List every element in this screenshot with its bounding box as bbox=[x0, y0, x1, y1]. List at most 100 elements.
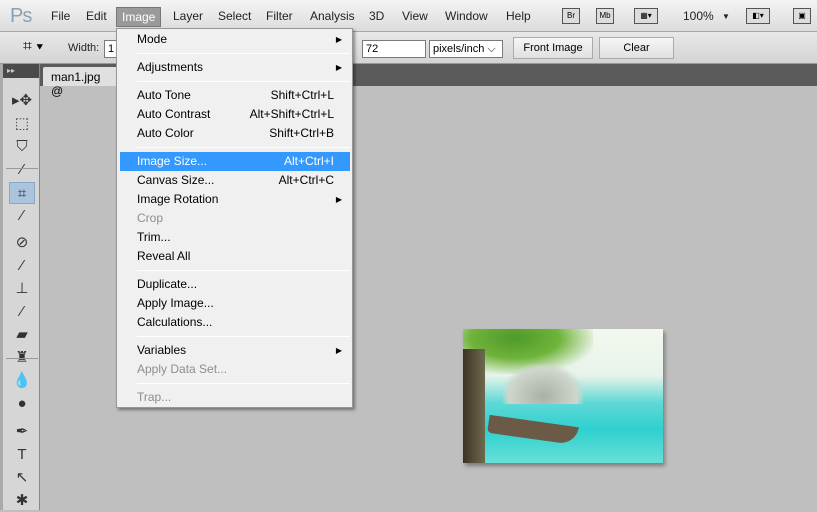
collapse-panel-icon[interactable]: ▸▸ bbox=[3, 64, 39, 78]
arrange-documents-icon[interactable]: ◧▾ bbox=[746, 8, 770, 24]
submenu-arrow-icon: ▶ bbox=[335, 346, 342, 355]
screen-mode-icon[interactable]: ▣ bbox=[793, 8, 811, 24]
zoom-dropdown-icon[interactable]: ▼ bbox=[722, 12, 730, 21]
menu-separator bbox=[137, 81, 350, 82]
menu-item-crop: Crop bbox=[120, 209, 350, 228]
eraser-tool-icon[interactable]: ▰ bbox=[9, 324, 35, 346]
menu-item-auto-color[interactable]: Auto Color Shift+Ctrl+B bbox=[120, 124, 350, 143]
menu-select[interactable]: Select bbox=[218, 9, 251, 23]
submenu-arrow-icon: ▶ bbox=[335, 35, 342, 44]
image-boat bbox=[487, 414, 579, 446]
menu-item-auto-contrast[interactable]: Auto Contrast Alt+Shift+Ctrl+L bbox=[120, 105, 350, 124]
menu-item-label: Trap... bbox=[137, 390, 172, 404]
menu-edit[interactable]: Edit bbox=[86, 9, 107, 23]
menu-help[interactable]: Help bbox=[506, 9, 531, 23]
menu-separator bbox=[137, 270, 350, 271]
tool-separator bbox=[6, 358, 38, 359]
mini-bridge-button[interactable]: Mb bbox=[596, 8, 614, 24]
blur-tool-icon[interactable]: 💧 bbox=[9, 370, 35, 392]
image-trunk bbox=[463, 349, 485, 463]
menu-item-label: Mode bbox=[137, 32, 168, 46]
menu-item-image-rotation[interactable]: Image Rotation ▶ bbox=[120, 190, 350, 209]
crop-tool-preset-icon[interactable]: ⌗ ▾ bbox=[8, 37, 58, 59]
menu-item-canvas-size[interactable]: Canvas Size... Alt+Ctrl+C bbox=[120, 171, 350, 190]
clone-stamp-tool-icon[interactable]: ⊥ bbox=[9, 278, 35, 300]
menu-item-image-size[interactable]: Image Size... Alt+Ctrl+I bbox=[120, 152, 350, 171]
image-menu-dropdown: Mode ▶ Adjustments ▶ Auto Tone Shift+Ctrl+L Au… bbox=[116, 28, 353, 408]
menu-separator bbox=[137, 147, 350, 148]
menu-item-apply-image[interactable]: Apply Image... bbox=[120, 294, 350, 313]
menu-item-adjustments[interactable]: Adjustments ▶ bbox=[120, 58, 350, 77]
menu-item-label: Image Size... bbox=[137, 154, 208, 168]
menu-item-label: Reveal All bbox=[137, 249, 191, 263]
width-label: Width: bbox=[68, 42, 100, 54]
type-tool-icon[interactable]: T bbox=[9, 444, 35, 466]
quick-selection-tool-icon[interactable]: ⁄ bbox=[9, 159, 35, 181]
menu-item-shortcut: Alt+Ctrl+C bbox=[278, 173, 334, 187]
menu-item-shortcut: Shift+Ctrl+B bbox=[269, 126, 334, 140]
menu-view[interactable]: View bbox=[402, 9, 428, 23]
menu-item-trap: Trap... bbox=[120, 388, 350, 407]
menu-item-label: Auto Contrast bbox=[137, 107, 211, 121]
eyedropper-tool-icon[interactable]: ⁄ bbox=[9, 205, 35, 227]
menu-item-trim[interactable]: Trim... bbox=[120, 228, 350, 247]
photoshop-logo: Ps bbox=[10, 5, 32, 27]
history-brush-tool-icon[interactable]: ⁄ bbox=[9, 301, 35, 323]
menu-item-shortcut: Alt+Shift+Ctrl+L bbox=[249, 107, 334, 121]
path-selection-tool-icon[interactable]: ↖ bbox=[9, 467, 35, 489]
lasso-tool-icon[interactable]: ⛉ bbox=[9, 136, 35, 158]
menu-item-duplicate[interactable]: Duplicate... bbox=[120, 275, 350, 294]
document-tab[interactable]: man1.jpg @ bbox=[43, 67, 123, 98]
brush-tool-icon[interactable]: ⁄ bbox=[9, 255, 35, 277]
menu-item-label: Apply Image... bbox=[137, 296, 214, 310]
menu-image[interactable]: Image bbox=[116, 7, 162, 27]
menu-item-variables[interactable]: Variables ▶ bbox=[120, 341, 350, 360]
menu-analysis[interactable]: Analysis bbox=[310, 9, 355, 23]
menu-item-label: Variables bbox=[137, 343, 187, 357]
zoom-level[interactable]: 100% bbox=[683, 9, 714, 23]
menu-item-apply-data-set: Apply Data Set... bbox=[120, 360, 350, 379]
menu-item-label: Calculations... bbox=[137, 315, 213, 329]
front-image-button[interactable]: Front Image bbox=[513, 37, 593, 59]
menu-item-shortcut: Alt+Ctrl+I bbox=[283, 154, 334, 168]
view-extras-icon[interactable]: ▦▾ bbox=[634, 8, 658, 24]
menu-file[interactable]: File bbox=[51, 9, 70, 23]
menu-item-auto-tone[interactable]: Auto Tone Shift+Ctrl+L bbox=[120, 86, 350, 105]
menu-window[interactable]: Window bbox=[445, 9, 488, 23]
menu-item-calculations[interactable]: Calculations... bbox=[120, 313, 350, 332]
menu-item-label: Duplicate... bbox=[137, 277, 198, 291]
tools-panel: ▸▸ ▸✥ ⬚ ⛉ ⁄ ⌗ ⁄ ⊘ ⁄ ⊥ ⁄ ▰ ♜ 💧 ● ✒ T ↖ ✱ bbox=[0, 64, 40, 510]
resolution-input[interactable]: 72 bbox=[362, 40, 426, 58]
dodge-tool-icon[interactable]: ● bbox=[9, 393, 35, 415]
tool-separator bbox=[6, 168, 38, 169]
document-image[interactable] bbox=[463, 329, 663, 463]
healing-brush-tool-icon[interactable]: ⊘ bbox=[9, 232, 35, 254]
menu-separator bbox=[137, 53, 350, 54]
menu-item-shortcut: Shift+Ctrl+L bbox=[270, 88, 334, 102]
crop-tool-icon[interactable]: ⌗ bbox=[9, 182, 35, 204]
menu-item-label: Canvas Size... bbox=[137, 173, 215, 187]
menu-item-label: Adjustments bbox=[137, 60, 204, 74]
move-tool-icon[interactable]: ▸✥ bbox=[9, 90, 35, 112]
menu-filter[interactable]: Filter bbox=[266, 9, 293, 23]
bridge-button[interactable]: Br bbox=[562, 8, 580, 24]
clear-button[interactable]: Clear bbox=[599, 37, 674, 59]
menu-item-label: Auto Color bbox=[137, 126, 194, 140]
menu-3d[interactable]: 3D bbox=[369, 9, 384, 23]
marquee-tool-icon[interactable]: ⬚ bbox=[9, 113, 35, 135]
menu-item-label: Auto Tone bbox=[137, 88, 191, 102]
menu-separator bbox=[137, 383, 350, 384]
image-rocks bbox=[503, 364, 583, 404]
menu-item-mode[interactable]: Mode ▶ bbox=[120, 30, 350, 49]
submenu-arrow-icon: ▶ bbox=[335, 63, 342, 72]
menu-layer[interactable]: Layer bbox=[173, 9, 203, 23]
menu-item-reveal-all[interactable]: Reveal All bbox=[120, 247, 350, 266]
pen-tool-icon[interactable]: ✒ bbox=[9, 421, 35, 443]
resolution-unit-value: pixels/inch bbox=[433, 43, 485, 55]
menu-item-label: Image Rotation bbox=[137, 192, 219, 206]
resolution-unit-select[interactable]: pixels/inch ⌵ bbox=[429, 40, 503, 58]
custom-shape-tool-icon[interactable]: ✱ bbox=[9, 490, 35, 512]
menu-item-label: Crop bbox=[137, 211, 164, 225]
menu-separator bbox=[137, 336, 350, 337]
menu-item-label: Apply Data Set... bbox=[137, 362, 228, 376]
